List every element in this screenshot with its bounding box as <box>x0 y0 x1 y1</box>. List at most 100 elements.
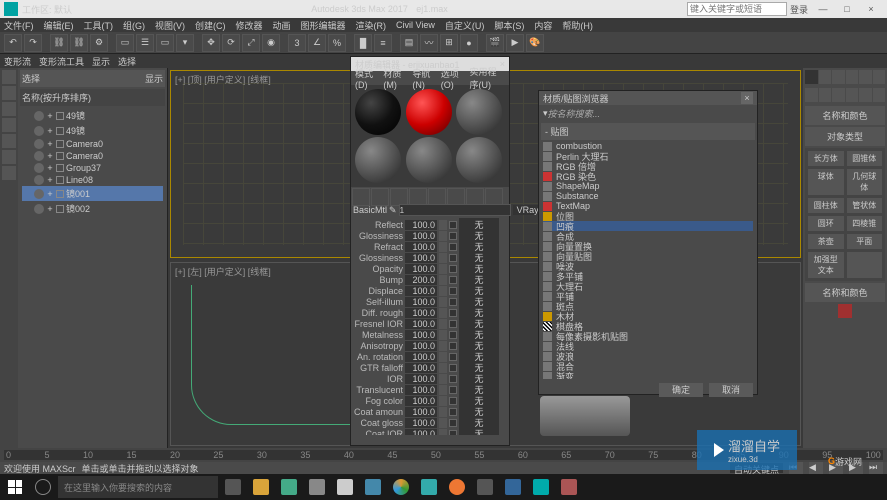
ltool-5[interactable] <box>2 134 16 148</box>
browser-item[interactable]: 每像素摄影机贴图 <box>543 331 753 341</box>
mat-slot-5[interactable] <box>406 137 452 183</box>
app-icon-7[interactable] <box>500 474 526 500</box>
ltool-7[interactable] <box>2 166 16 180</box>
ltool-6[interactable] <box>2 150 16 164</box>
select-button[interactable]: ▭ <box>116 34 134 52</box>
menu-animation[interactable]: 动画 <box>273 19 291 32</box>
ltool-2[interactable] <box>2 86 16 100</box>
mat-menu-util[interactable]: 实用程序(U) <box>469 65 505 91</box>
menu-group[interactable]: 组(G) <box>123 19 145 32</box>
ltool-1[interactable] <box>2 70 16 84</box>
menu-graph[interactable]: 图形编辑器 <box>301 19 346 32</box>
param-value[interactable]: 100.0 <box>405 264 437 274</box>
visibility-icon[interactable] <box>34 126 44 136</box>
mat-slot-6[interactable] <box>456 137 502 183</box>
scene-sort-label[interactable]: 名称(按升序排序) <box>20 89 165 106</box>
browser-close-button[interactable]: × <box>741 92 753 104</box>
param-checkbox[interactable] <box>449 276 457 284</box>
param-value[interactable]: 100.0 <box>405 429 437 436</box>
ribbon-modeling[interactable]: 变形流工具 <box>39 55 84 68</box>
chrome-icon[interactable] <box>388 474 414 500</box>
angle-snap-toggle[interactable]: ∠ <box>308 34 326 52</box>
primitive-button[interactable]: 四棱锥 <box>847 216 883 231</box>
mat-eyedrop-icon[interactable]: ✎ <box>389 205 397 216</box>
app-icon-8[interactable] <box>556 474 582 500</box>
expand-icon[interactable]: + <box>46 139 54 149</box>
mat-menu-material[interactable]: 材质(M) <box>383 67 406 90</box>
spinner-icon[interactable] <box>439 231 447 241</box>
viewport-left-label[interactable]: [+] [左] [用户定义] [线框] <box>175 265 271 278</box>
param-value[interactable]: 100.0 <box>405 407 437 417</box>
color-swatch[interactable] <box>838 304 852 318</box>
param-checkbox[interactable] <box>449 232 457 240</box>
param-value[interactable]: 100.0 <box>405 374 437 384</box>
param-value[interactable]: 100.0 <box>405 418 437 428</box>
menu-tools[interactable]: 工具(T) <box>84 19 114 32</box>
menu-help[interactable]: 帮助(H) <box>562 19 593 32</box>
param-map-button[interactable]: 无 <box>459 427 499 435</box>
spinner-icon[interactable] <box>439 330 447 340</box>
helpers-icon[interactable] <box>859 88 872 102</box>
visibility-icon[interactable] <box>34 151 44 161</box>
mat-menu-nav[interactable]: 导航(N) <box>412 67 434 90</box>
browser-item[interactable]: 平铺 <box>543 291 753 301</box>
param-value[interactable]: 100.0 <box>405 220 437 230</box>
tree-item[interactable]: +Line08 <box>22 174 163 186</box>
param-value[interactable]: 100.0 <box>405 396 437 406</box>
param-checkbox[interactable] <box>449 386 457 394</box>
browser-item[interactable]: 混合 <box>543 361 753 371</box>
ltool-3[interactable] <box>2 102 16 116</box>
scene-select-tab[interactable]: 选择 <box>22 72 40 85</box>
menu-render[interactable]: 渲染(R) <box>356 19 387 32</box>
menu-content[interactable]: 内容 <box>534 19 552 32</box>
spinner-icon[interactable] <box>439 242 447 252</box>
expand-icon[interactable]: + <box>46 151 54 161</box>
param-checkbox[interactable] <box>449 331 457 339</box>
tree-item[interactable]: +镜002 <box>22 201 163 216</box>
browser-item[interactable]: 渐变 <box>543 371 753 379</box>
3dsmax-taskbar-icon[interactable] <box>528 474 554 500</box>
cameras-icon[interactable] <box>846 88 859 102</box>
param-value[interactable]: 100.0 <box>405 330 437 340</box>
mirror-button[interactable]: ▐▌ <box>354 34 372 52</box>
spinner-icon[interactable] <box>439 297 447 307</box>
primitive-button[interactable]: 球体 <box>808 169 844 195</box>
hierarchy-tab[interactable] <box>832 70 845 84</box>
spinner-icon[interactable] <box>439 407 447 417</box>
spinner-icon[interactable] <box>439 308 447 318</box>
spinner-icon[interactable] <box>439 220 447 230</box>
primitive-button[interactable]: 几何球体 <box>847 169 883 195</box>
scale-button[interactable]: ⤢ <box>242 34 260 52</box>
expand-icon[interactable]: + <box>46 111 54 121</box>
render-button[interactable]: 🎨 <box>526 34 544 52</box>
param-checkbox[interactable] <box>449 397 457 405</box>
redo-button[interactable]: ↷ <box>24 34 42 52</box>
minimize-button[interactable]: — <box>811 4 835 14</box>
close-button[interactable]: × <box>859 4 883 14</box>
app-icon-5[interactable] <box>416 474 442 500</box>
app-icon-6[interactable] <box>472 474 498 500</box>
schematic-button[interactable]: ⊞ <box>440 34 458 52</box>
layer-button[interactable]: ▤ <box>400 34 418 52</box>
param-checkbox[interactable] <box>449 287 457 295</box>
browser-item[interactable]: RGB 染色 <box>543 171 753 181</box>
param-value[interactable]: 100.0 <box>405 363 437 373</box>
browser-item[interactable]: 斑点 <box>543 301 753 311</box>
visibility-icon[interactable] <box>34 175 44 185</box>
browser-item[interactable]: 向量贴图 <box>543 251 753 261</box>
ribbon-freeform[interactable]: 显示 <box>92 55 110 68</box>
browser-item[interactable]: 位图 <box>543 211 753 221</box>
spinner-icon[interactable] <box>439 319 447 329</box>
spinner-icon[interactable] <box>439 385 447 395</box>
param-value[interactable]: 200.0 <box>405 275 437 285</box>
browser-ok-button[interactable]: 确定 <box>659 383 703 397</box>
percent-snap-toggle[interactable]: % <box>328 34 346 52</box>
select-name-button[interactable]: ☰ <box>136 34 154 52</box>
menu-civil[interactable]: Civil View <box>396 20 435 30</box>
primitive-button[interactable]: 圆锥体 <box>847 151 883 166</box>
color-header[interactable]: 名称和颜色 <box>805 283 885 302</box>
taskbar-search-input[interactable]: 在这里输入你要搜索的内容 <box>58 476 218 498</box>
ribbon-all[interactable]: 变形流 <box>4 55 31 68</box>
visibility-icon[interactable] <box>34 111 44 121</box>
param-checkbox[interactable] <box>449 254 457 262</box>
